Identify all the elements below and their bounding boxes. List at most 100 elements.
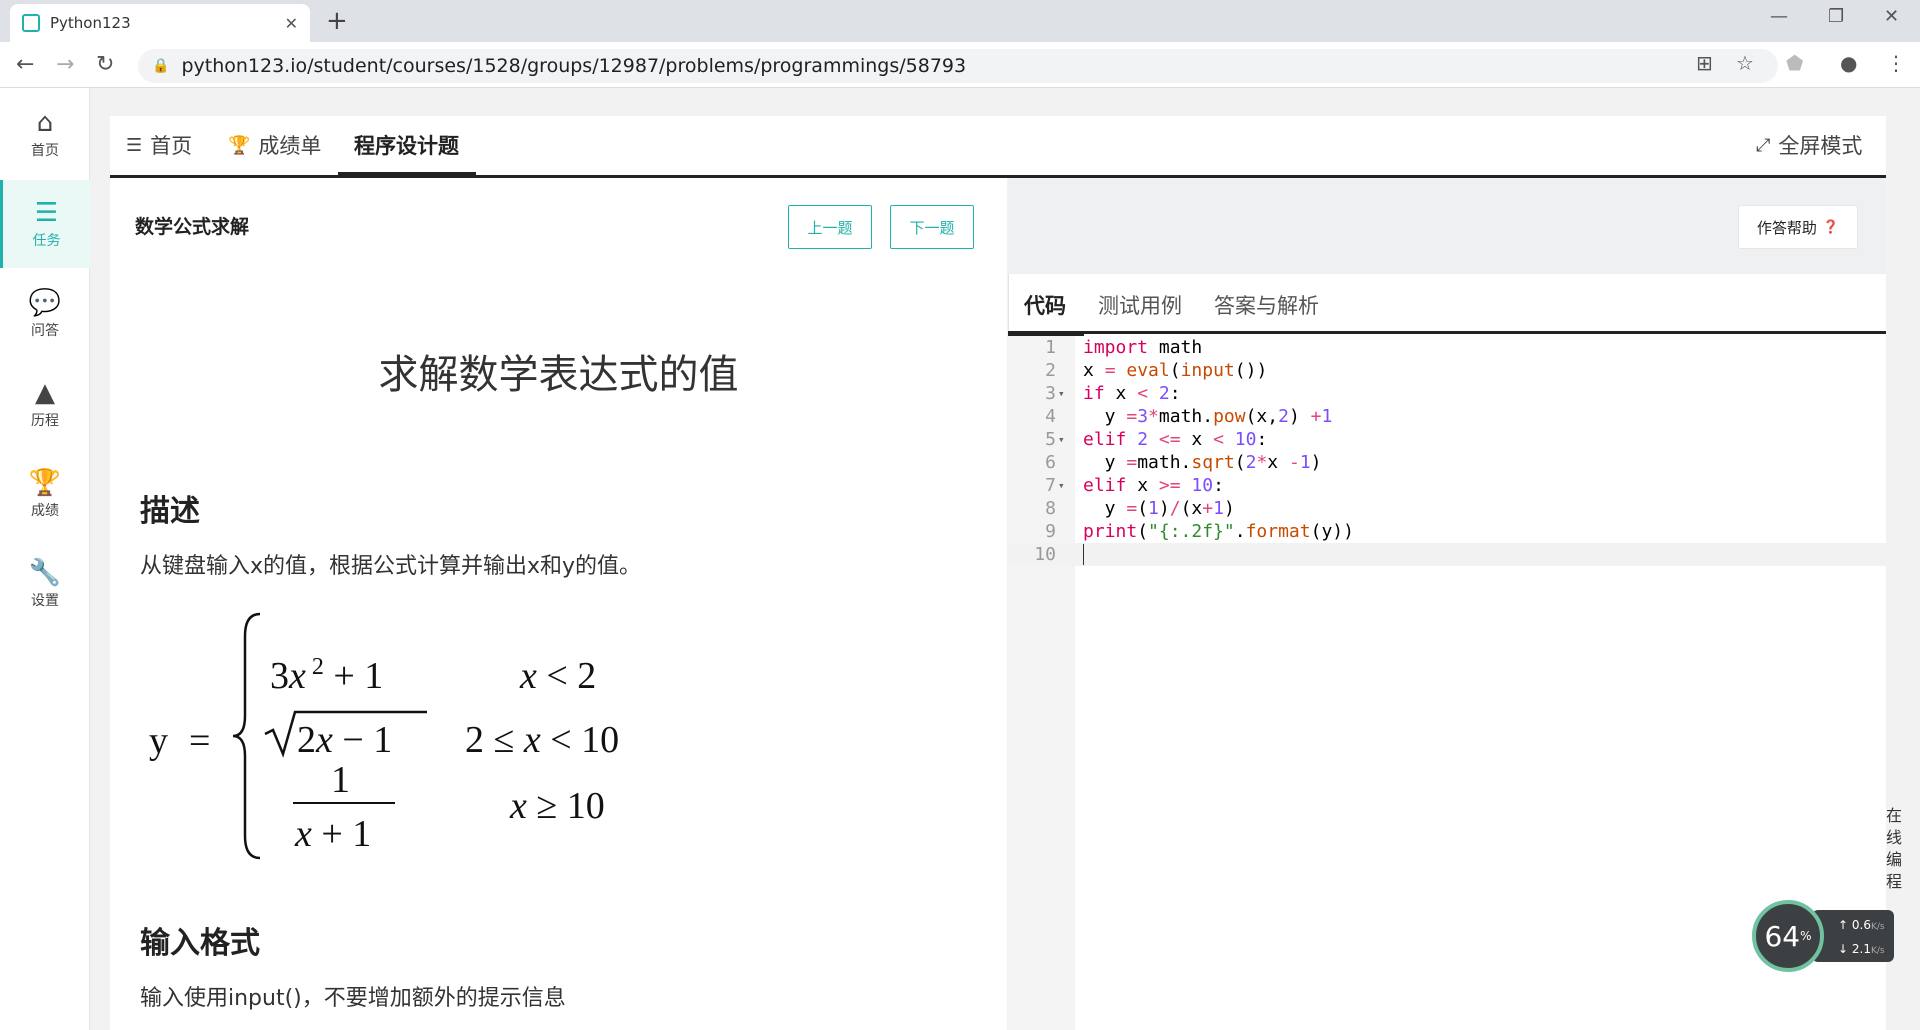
- online-coding-button[interactable]: 在线编程: [1882, 805, 1906, 893]
- fold-arrow-icon[interactable]: ▾: [1058, 428, 1083, 451]
- formula-lhs: y: [149, 720, 168, 762]
- tab-programming[interactable]: 程序设计题: [354, 130, 459, 160]
- restore-icon[interactable]: ❐: [1828, 6, 1844, 27]
- forward-icon[interactable]: →: [56, 52, 74, 77]
- tab-code[interactable]: 代码: [1024, 290, 1066, 320]
- code-editor[interactable]: 1 import math 2x = eval(input()) 3 ▾ if x <…: [1008, 336, 1886, 566]
- line-number: 2: [1045, 360, 1056, 381]
- browser-toolbar: ← → ↻ 🔒 python123.io/student/courses/152…: [0, 42, 1920, 88]
- tasks-icon: ☰: [34, 198, 59, 228]
- trophy-icon: 🏆: [228, 134, 251, 156]
- formula-brace: [232, 612, 261, 860]
- sidebar-item-label: 问答: [31, 323, 59, 339]
- expand-icon: ⤢: [1756, 134, 1771, 156]
- tab-programming-label: 程序设计题: [354, 134, 459, 158]
- fold-arrow-icon[interactable]: ▾: [1058, 474, 1083, 497]
- back-icon[interactable]: ←: [16, 52, 34, 77]
- answer-help-label: 作答帮助: [1756, 218, 1817, 237]
- trophy-icon: 🏆: [28, 468, 62, 498]
- sidebar-item-history[interactable]: ▲ 历程: [0, 360, 90, 448]
- browser-tab[interactable]: Python123 ✕: [10, 4, 310, 42]
- tab-home[interactable]: ☰ 首页: [126, 130, 192, 160]
- line-number: 4: [1045, 406, 1056, 427]
- tab-title: Python123: [50, 14, 131, 32]
- sidebar-item-scores[interactable]: 🏆 成绩: [0, 450, 90, 538]
- wrench-icon: 🔧: [28, 558, 62, 588]
- next-problem-button[interactable]: 下一题: [890, 205, 974, 249]
- input-format-title: 输入格式: [140, 926, 260, 961]
- fullscreen-button[interactable]: ⤢ 全屏模式: [1756, 130, 1862, 160]
- code-line-1: import math: [1083, 337, 1203, 358]
- problem-panel: [110, 178, 1007, 1030]
- list-icon: ☰: [126, 134, 143, 156]
- code-line-4: y =3*math.pow(x,2) +1: [1083, 406, 1333, 427]
- code-line-3: if x < 2:: [1083, 383, 1181, 404]
- sidebar-item-home[interactable]: ⌂ 首页: [0, 90, 90, 178]
- close-window-icon[interactable]: ✕: [1884, 6, 1899, 27]
- line-number: 9: [1045, 521, 1056, 542]
- line-number: 7: [1045, 475, 1056, 496]
- description-text: 从键盘输入x的值，根据公式计算并输出x和y的值。: [140, 554, 642, 579]
- tab-answer-analysis[interactable]: 答案与解析: [1214, 290, 1319, 320]
- download-speed: 2.1: [1851, 942, 1871, 956]
- extension-icon[interactable]: ⬟: [1786, 51, 1803, 75]
- question-icon: ❓: [1822, 219, 1840, 235]
- code-line-5: elif 2 <= x < 10:: [1083, 429, 1268, 450]
- code-line-9: print("{:.2f}".format(y)): [1083, 521, 1354, 542]
- case-3-denominator: x + 1: [294, 813, 371, 855]
- new-tab-icon[interactable]: +: [326, 6, 348, 36]
- minimize-icon[interactable]: —: [1770, 6, 1788, 27]
- fold-arrow-icon[interactable]: ▾: [1058, 382, 1083, 405]
- description-title: 描述: [140, 494, 200, 529]
- top-nav: ☰ 首页 🏆 成绩单 程序设计题 ⤢ 全屏模式: [110, 116, 1886, 178]
- code-line-2: x = eval(input()): [1083, 360, 1268, 381]
- tab-scores[interactable]: 🏆 成绩单: [228, 130, 321, 160]
- speed-readout: ↑ 0.6K/s ↓ 2.1K/s: [1812, 910, 1894, 962]
- sidebar-item-settings[interactable]: 🔧 设置: [0, 540, 90, 628]
- line-number: 10: [1034, 544, 1056, 565]
- tree-icon: ▲: [35, 378, 55, 408]
- sidebar-item-label: 成绩: [31, 503, 59, 519]
- tab-home-label: 首页: [150, 134, 193, 158]
- bookmark-star-icon[interactable]: ☆: [1736, 51, 1754, 75]
- fullscreen-label: 全屏模式: [1778, 134, 1863, 158]
- case-1-cond: x < 2: [519, 655, 596, 697]
- url-text: python123.io/student/courses/1528/groups…: [181, 55, 967, 77]
- line-number: 3: [1045, 383, 1056, 404]
- case-3-cond: x ≥ 10: [509, 785, 605, 827]
- profile-icon[interactable]: ●: [1840, 51, 1857, 75]
- close-tab-icon[interactable]: ✕: [285, 14, 298, 33]
- sidebar-item-label: 首页: [31, 143, 59, 159]
- answer-help-button[interactable]: 作答帮助 ❓: [1738, 205, 1858, 249]
- problem-title: 数学公式求解: [135, 216, 250, 238]
- sidebar-item-qa[interactable]: 💬 问答: [0, 270, 90, 358]
- upload-unit: K/s: [1870, 922, 1885, 932]
- cpu-unit: %: [1800, 929, 1812, 943]
- lock-icon: 🔒: [152, 58, 170, 74]
- prev-problem-button[interactable]: 上一题: [788, 205, 872, 249]
- code-line-6: y =math.sqrt(2*x -1): [1083, 452, 1322, 473]
- sidebar-item-label: 设置: [31, 593, 59, 609]
- problem-heading: 求解数学表达式的值: [378, 352, 739, 398]
- translate-icon[interactable]: ⊞: [1696, 51, 1713, 75]
- formula-graphic: y = 3x 2 + 1 x < 2 2x − 1 2 ≤ x < 10 1 x…: [149, 612, 619, 860]
- home-icon: ⌂: [36, 108, 54, 138]
- case-1-expr: 3x 2 + 1: [270, 654, 383, 697]
- code-line-10: ​: [1083, 543, 1084, 566]
- sidebar-item-tasks[interactable]: ☰ 任务: [0, 180, 90, 268]
- menu-icon[interactable]: ⋮: [1886, 51, 1906, 75]
- network-speed-widget: ↑ 0.6K/s ↓ 2.1K/s 64%: [1752, 900, 1900, 972]
- reload-icon[interactable]: ↻: [96, 52, 114, 77]
- code-line-7: elif x >= 10:: [1083, 475, 1224, 496]
- cpu-percent: 64: [1764, 919, 1801, 953]
- line-number: 6: [1045, 452, 1056, 473]
- tab-test-cases[interactable]: 测试用例: [1098, 290, 1182, 320]
- site-favicon-icon: [22, 14, 40, 32]
- active-tab-underline: [338, 172, 476, 176]
- chat-icon: 💬: [28, 288, 62, 318]
- address-bar[interactable]: 🔒 python123.io/student/courses/1528/grou…: [138, 49, 1778, 83]
- sidebar-item-label: 任务: [32, 233, 61, 249]
- tab-scores-label: 成绩单: [258, 134, 322, 158]
- input-format-text: 输入使用input()，不要增加额外的提示信息: [140, 986, 566, 1011]
- case-3-numerator: 1: [331, 759, 350, 801]
